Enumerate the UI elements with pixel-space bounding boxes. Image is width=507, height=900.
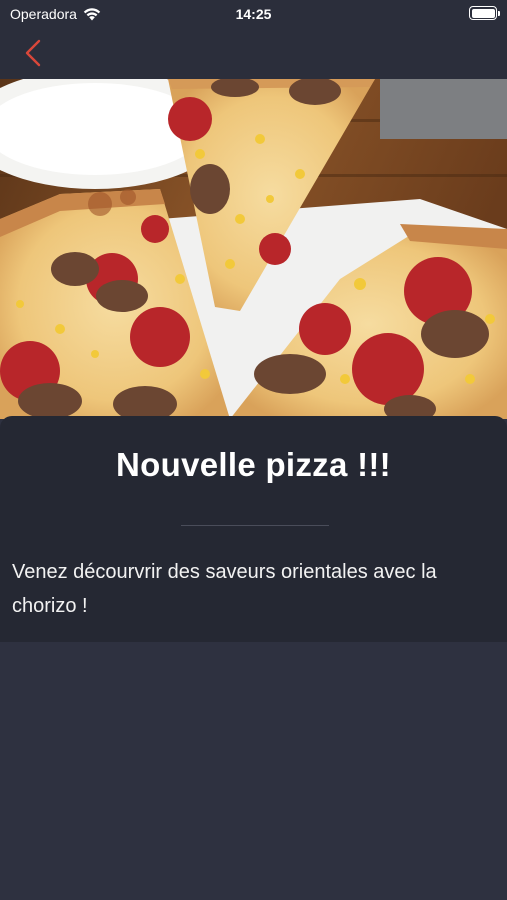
status-bar: Operadora 14:25	[0, 0, 507, 28]
article-title: Nouvelle pizza !!!	[116, 446, 391, 483]
top-bar: Operadora 14:25	[0, 0, 507, 79]
battery-icon	[469, 6, 500, 20]
pizza-illustration	[0, 79, 507, 419]
pizza-image	[0, 79, 507, 419]
article-description: Venez décourvrir des saveurs orientales …	[12, 561, 437, 617]
clock: 14:25	[235, 6, 272, 22]
title-divider	[181, 525, 329, 526]
back-button[interactable]	[18, 36, 48, 70]
chevron-left-icon	[25, 39, 41, 67]
